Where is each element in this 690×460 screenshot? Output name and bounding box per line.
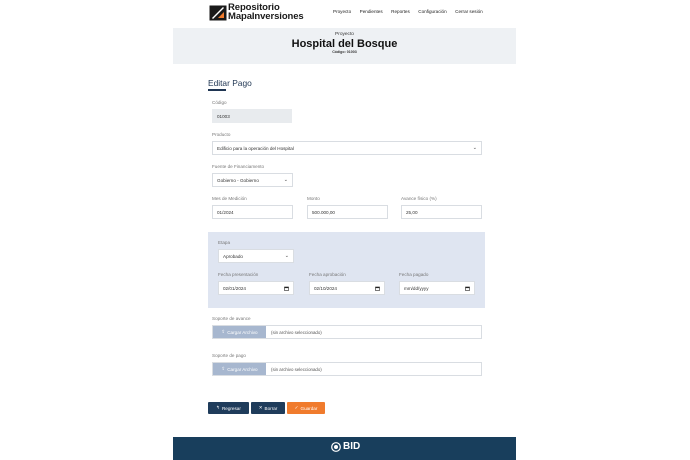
producto-label: Producto [212,132,231,137]
logo-icon [209,5,227,21]
nav-cerrar-sesion[interactable]: Cerrar sesión [455,9,483,14]
logo-line-2: MapaInversiones [228,10,304,22]
upload-pago-status: (sin archivo seleccionado) [271,366,322,372]
avance-value: 25,00 [406,209,418,215]
regresar-label: Regresar [221,405,241,411]
codigo-field: 01003 [212,109,292,123]
upload-icon: ⇪ [221,366,226,371]
bid-text: BID [343,441,361,452]
logo-text[interactable]: Repositorio MapaInversiones [228,3,304,22]
upload-icon: ⇪ [221,329,226,334]
footer: BID [173,437,516,460]
soporte-avance-upload: ⇪ Cargar Archivo (sin archivo selecciona… [212,325,482,339]
chevron-down-icon: ⌄ [472,145,477,151]
upload-pago-label: Cargar Archivo [227,366,258,372]
fecha-aprobacion-label: Fecha aprobación [309,272,346,277]
soporte-pago-label: Soporte de pago [212,353,246,358]
soporte-pago-upload: ⇪ Cargar Archivo (sin archivo selecciona… [212,362,482,376]
nav-reportes[interactable]: Reportes [391,9,410,14]
regresar-button[interactable]: ↰ Regresar [208,402,249,414]
project-code: Código: 01003 [332,50,357,54]
page-title: Editar Pago [208,78,252,88]
close-icon: ✕ [258,405,263,410]
fecha-presentacion-label: Fecha presentación [218,272,259,277]
mes-input[interactable]: 01/2024 [212,205,293,219]
fecha-presentacion-value: 02/01/2024 [223,285,246,291]
fecha-pagado-value: mm/dd/yyyy [404,285,429,291]
fuente-value: Gobierno - Gobierno [217,177,259,183]
mes-label: Mes de Medición [212,196,247,201]
calendar-icon[interactable] [284,286,289,291]
fuente-label: Fuente de Financiamento [212,164,265,169]
fecha-pagado-input[interactable]: mm/dd/yyyy [399,281,475,295]
undo-icon: ↰ [216,405,220,410]
chevron-down-icon: ⌄ [284,253,289,259]
codigo-label: Código [212,100,227,105]
monto-label: Monto [307,196,320,201]
upload-avance-button[interactable]: ⇪ Cargar Archivo [213,326,266,338]
etapa-select[interactable]: Aprobado ⌄ [218,249,294,263]
soporte-avance-label: Soporte de avance [212,316,251,321]
project-banner: Proyecto Hospital del Bosque Código: 010… [173,28,516,64]
nav-pendientes[interactable]: Pendientes [360,9,383,14]
upload-pago-button[interactable]: ⇪ Cargar Archivo [213,363,266,375]
producto-value: Edificio para la operación del Hospital [217,145,294,151]
borrar-button[interactable]: ✕ Borrar [251,402,285,414]
nav-proyecto[interactable]: Proyecto [333,9,351,14]
stage-panel [208,232,485,308]
bid-emblem-icon [331,441,341,452]
avance-label: Avance físico (%) [401,196,437,201]
guardar-label: Guardar [300,405,318,411]
title-underline [208,89,226,91]
borrar-label: Borrar [264,405,278,411]
producto-select[interactable]: Edificio para la operación del Hospital … [212,141,482,155]
main-nav: Proyecto Pendientes Reportes Configuraci… [333,9,491,14]
bid-logo: BID [331,441,360,452]
upload-avance-label: Cargar Archivo [227,329,258,335]
project-title: Hospital del Bosque [291,38,398,50]
guardar-button[interactable]: ✓ Guardar [287,402,325,414]
upload-avance-status: (sin archivo seleccionado) [271,329,322,335]
fecha-presentacion-input[interactable]: 02/01/2024 [218,281,294,295]
etapa-label: Etapa [218,240,231,245]
nav-configuracion[interactable]: Configuración [418,9,446,14]
check-icon: ✓ [294,405,299,410]
fecha-pagado-label: Fecha pagado [399,272,429,277]
codigo-value: 01003 [217,113,230,119]
fecha-aprobacion-input[interactable]: 02/10/2024 [309,281,385,295]
etapa-value: Aprobado [223,253,243,259]
top-header: Repositorio MapaInversiones Proyecto Pen… [173,0,516,27]
fuente-select[interactable]: Gobierno - Gobierno ⌄ [212,173,293,187]
project-label: Proyecto [335,32,354,37]
calendar-icon[interactable] [375,286,380,291]
monto-value: 500.000,00 [312,209,335,215]
calendar-icon[interactable] [465,286,470,291]
monto-input[interactable]: 500.000,00 [307,205,388,219]
fecha-aprobacion-value: 02/10/2024 [314,285,337,291]
chevron-down-icon: ⌄ [283,177,288,183]
mes-value: 01/2024 [217,209,234,215]
avance-input[interactable]: 25,00 [401,205,482,219]
